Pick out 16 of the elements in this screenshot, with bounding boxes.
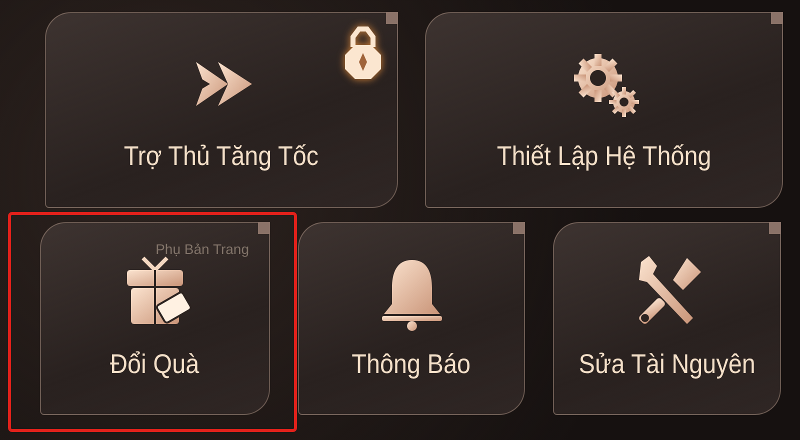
corner-mark (513, 222, 525, 234)
tile-label: Đổi Quà (110, 348, 200, 382)
corner-mark (771, 12, 783, 24)
menu-tile[interactable]: Trợ Thủ Tăng Tốc (45, 12, 398, 208)
menu-tile[interactable]: Phụ Bản Trang Đổi Quà (40, 222, 270, 415)
corner-mark (258, 222, 270, 234)
menu-tile[interactable]: Thông Báo (298, 222, 525, 415)
tile-label: Thiết Lập Hệ Thống (496, 140, 712, 173)
faded-background-text: Phụ Bản Trang (156, 240, 249, 259)
tile-label: Trợ Thủ Tăng Tốc (124, 140, 319, 173)
menu-tile[interactable]: Sửa Tài Nguyên (553, 222, 781, 415)
menu-tile[interactable]: Thiết Lập Hệ Thống (425, 12, 783, 208)
tile-label: Sửa Tài Nguyên (578, 348, 756, 382)
corner-mark (769, 222, 781, 234)
tile-label: Thông Báo (352, 348, 471, 382)
corner-mark (386, 12, 398, 24)
